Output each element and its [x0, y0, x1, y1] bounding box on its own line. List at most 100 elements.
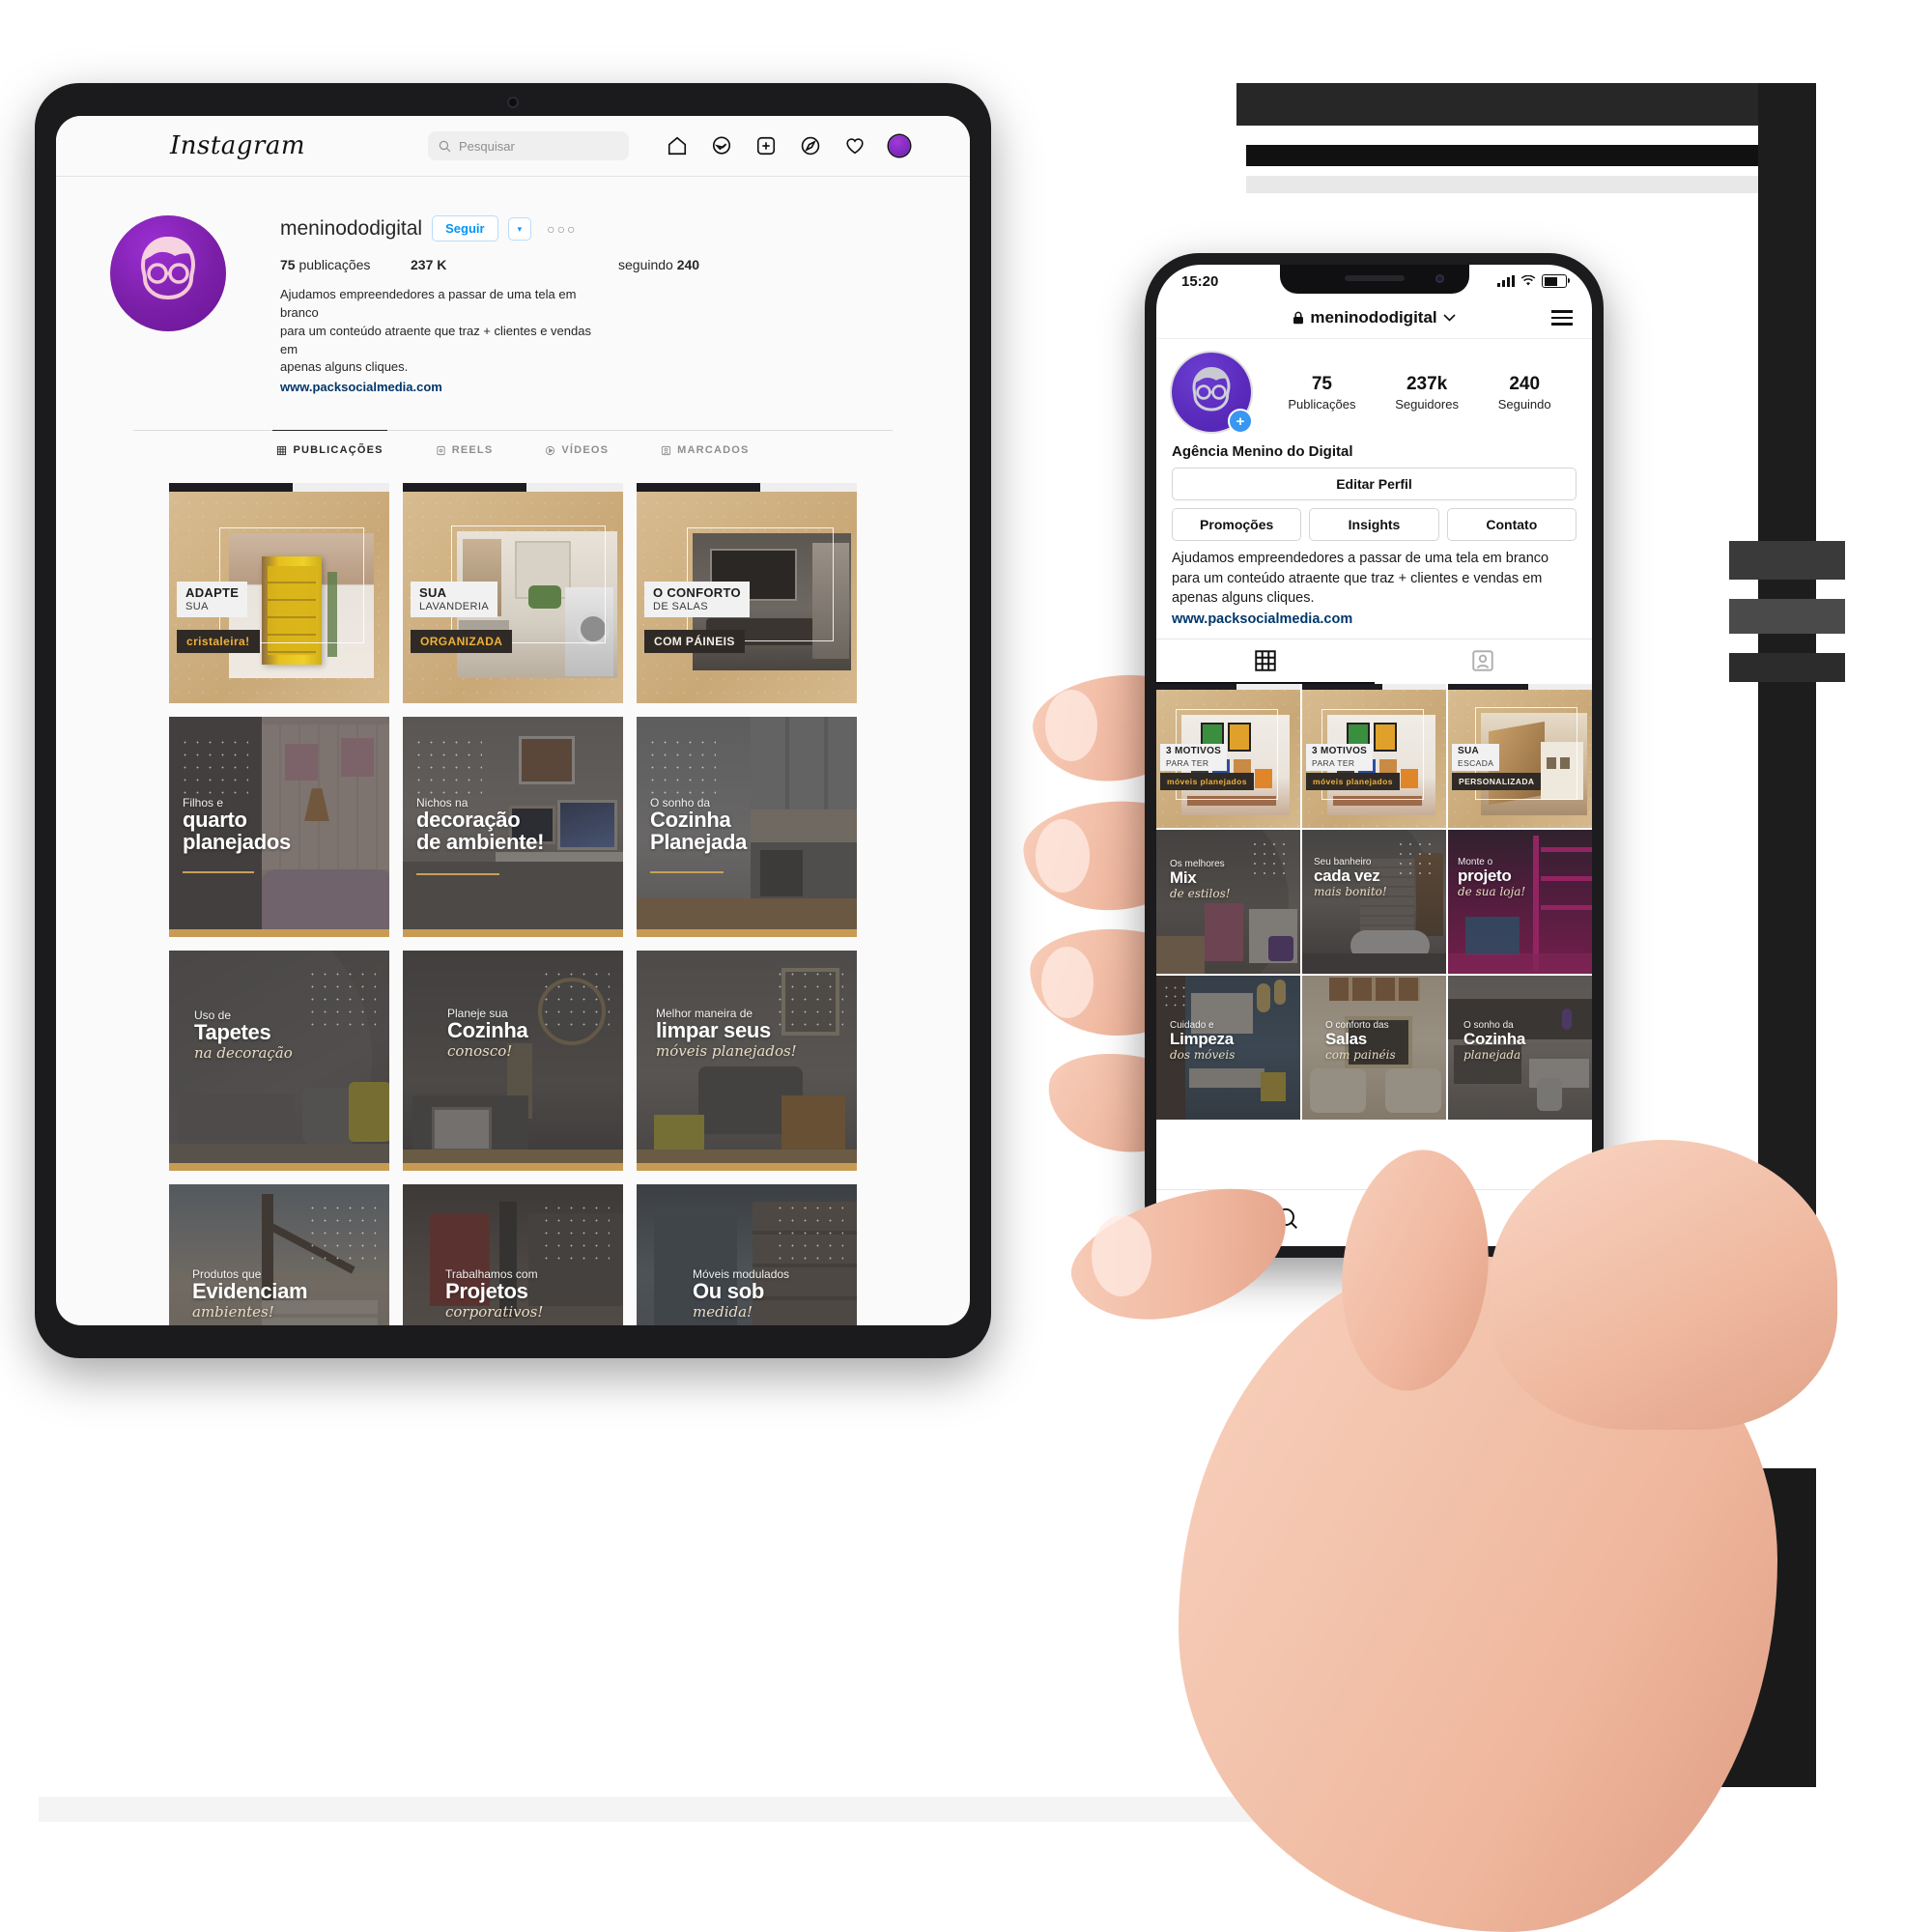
post-cell[interactable]: O CONFORTO DE SALAS COM PÁINEIS — [637, 483, 857, 704]
phone-notch — [1279, 265, 1469, 294]
stat-followers[interactable]: 237 K — [411, 257, 618, 272]
phone-profile-avatar[interactable]: + — [1172, 353, 1253, 434]
post-dot-pattern — [540, 1202, 610, 1263]
stat-posts[interactable]: 75 Publicações — [1288, 374, 1355, 412]
post-cell[interactable]: Planeje sua Cozinha conosco! — [403, 951, 623, 1172]
stat-followers[interactable]: 237k Seguidores — [1395, 374, 1459, 412]
post-cell[interactable]: Os melhores Mix de estilos! — [1156, 830, 1300, 975]
phone-username: meninododigital — [1310, 308, 1437, 327]
post-cell[interactable]: SUA ESCADA PERSONALIZADA — [1448, 684, 1592, 829]
more-options-icon[interactable]: ○○○ — [547, 221, 577, 237]
post-cell[interactable]: Uso de Tapetes na decoração — [169, 951, 389, 1172]
profile-avatar[interactable] — [110, 215, 226, 331]
post-label-line2: DE SALAS — [653, 601, 709, 613]
post-label-line2: PARA TER — [1166, 758, 1209, 769]
post-dot-pattern — [306, 1202, 376, 1263]
post-cell[interactable]: O sonho da Cozinha planejada — [1448, 976, 1592, 1121]
post-label-tag: PERSONALIZADA — [1452, 773, 1542, 791]
follow-button[interactable]: Seguir — [432, 215, 498, 242]
post-cell[interactable]: 3 MOTIVOS PARA TER móveis planejados — [1302, 684, 1446, 829]
caption-script: dos móveis — [1170, 1047, 1236, 1062]
stat-following[interactable]: 240 Seguindo — [1498, 374, 1551, 412]
post-cell[interactable]: SUA LAVANDERIA ORGANIZADA — [403, 483, 623, 704]
caption-pre: Os melhores — [1170, 859, 1225, 870]
profile-bio: Ajudamos empreendedores a passar de uma … — [280, 286, 599, 397]
post-bottom-strip — [403, 1163, 623, 1172]
promocoes-button[interactable]: Promoções — [1172, 508, 1302, 541]
tab-label: REELS — [451, 444, 494, 457]
hamburger-menu-icon[interactable] — [1551, 310, 1573, 326]
activity-heart-icon[interactable] — [844, 135, 866, 156]
post-cell[interactable]: Melhor maneira de limpar seus móveis pla… — [637, 951, 857, 1172]
post-caption: Os melhores Mix de estilos! — [1170, 859, 1231, 899]
phone-username-dropdown[interactable]: meninododigital — [1293, 308, 1456, 327]
add-story-button[interactable]: + — [1228, 409, 1253, 434]
avatar-container — [56, 215, 280, 397]
tab-marcados[interactable]: MARCADOS — [657, 430, 753, 469]
caption-pre: O conforto das — [1325, 1020, 1389, 1032]
post-cell[interactable]: Trabalhamos com Projetos corporativos! — [403, 1184, 623, 1325]
caption-pre: Filhos e — [183, 796, 224, 810]
tab-videos[interactable]: VÍDEOS — [541, 430, 612, 469]
profile-website-link[interactable]: www.packsocialmedia.com — [280, 379, 599, 397]
tab-reels[interactable]: REELS — [432, 430, 497, 469]
post-cell[interactable]: Monte o projeto de sua loja! — [1448, 830, 1592, 975]
post-cell[interactable]: Móveis modulados Ou sob medida! — [637, 1184, 857, 1325]
phone-profile-row: + 75 Publicações 237k Seguidores 240 Seg… — [1156, 339, 1592, 438]
background-panel — [1729, 599, 1845, 634]
post-gold-rule — [183, 871, 254, 874]
post-gold-rule — [650, 871, 724, 874]
tab-label: VÍDEOS — [561, 444, 610, 457]
username-row: meninododigital Seguir ▾ ○○○ — [280, 215, 893, 242]
home-icon[interactable] — [667, 135, 688, 156]
new-post-icon[interactable] — [755, 135, 777, 156]
caption-main: Ou sob — [693, 1279, 764, 1304]
stat-posts: 75 publicações — [280, 257, 411, 272]
post-top-accent — [292, 483, 389, 493]
post-bottom-strip — [637, 929, 857, 938]
post-cell[interactable]: Filhos e quarto planejados — [169, 717, 389, 938]
profile-avatar-icon[interactable] — [889, 135, 910, 156]
post-bottom-strip — [169, 929, 389, 938]
caption-main: Tapetes — [194, 1020, 271, 1045]
insights-button[interactable]: Insights — [1309, 508, 1439, 541]
caption-main: Salas — [1325, 1030, 1367, 1049]
profile-username: meninododigital — [280, 216, 423, 240]
post-cell[interactable]: Nichos na decoração de ambiente! — [403, 717, 623, 938]
profile-stats: 75 publicações 237 K seguindo 240 — [280, 257, 893, 272]
edit-profile-button[interactable]: Editar Perfil — [1172, 468, 1577, 500]
post-caption: Melhor maneira de limpar seus móveis pla… — [656, 1007, 797, 1059]
post-cell[interactable]: Produtos que Evidenciam ambientes! — [169, 1184, 389, 1325]
phone-posts-grid: 3 MOTIVOS PARA TER móveis planejados 3 M… — [1156, 684, 1592, 1121]
reels-icon — [437, 445, 445, 455]
tagged-person-icon — [1472, 650, 1493, 672]
caption-script: corporativos! — [445, 1302, 544, 1321]
post-top-accent — [169, 483, 293, 493]
stat-following[interactable]: seguindo 240 — [618, 257, 699, 272]
tab-publicacoes[interactable]: PUBLICAÇÕES — [272, 430, 387, 469]
post-cell[interactable]: Cuidado e Limpeza dos móveis — [1156, 976, 1300, 1121]
post-cell[interactable]: O sonho da Cozinha Planejada — [637, 717, 857, 938]
instagram-logo[interactable]: Instagram — [170, 131, 305, 160]
caption-pre: Cuidado e — [1170, 1020, 1214, 1032]
messenger-icon[interactable] — [711, 135, 732, 156]
post-cell[interactable]: Seu banheiro cada vez mais bonito! — [1302, 830, 1446, 975]
post-caption: Seu banheiro cada vez mais bonito! — [1314, 857, 1387, 897]
caption-main: Projetos — [445, 1279, 528, 1304]
post-cell[interactable]: O conforto das Salas com painéis — [1302, 976, 1446, 1121]
caption-main: Evidenciam — [192, 1279, 308, 1304]
phone-tab-grid[interactable] — [1156, 639, 1375, 685]
phone-tab-tagged[interactable] — [1375, 639, 1593, 682]
search-input[interactable]: Pesquisar — [428, 131, 629, 160]
post-cell[interactable]: ADAPTE SUA cristaleira! — [169, 483, 389, 704]
phone-website-link[interactable]: www.packsocialmedia.com — [1172, 610, 1577, 630]
follow-dropdown-button[interactable]: ▾ — [507, 216, 532, 241]
contato-button[interactable]: Contato — [1446, 508, 1577, 541]
post-dot-pattern — [774, 1202, 843, 1263]
explore-icon[interactable] — [800, 135, 821, 156]
background-panel — [1729, 653, 1845, 682]
post-cell[interactable]: 3 MOTIVOS PARA TER móveis planejados — [1156, 684, 1300, 829]
profile-info: meninododigital Seguir ▾ ○○○ 75 publicaç… — [280, 215, 970, 397]
caption-pre: Produtos que — [192, 1267, 262, 1282]
caption-script: medida! — [693, 1302, 753, 1321]
